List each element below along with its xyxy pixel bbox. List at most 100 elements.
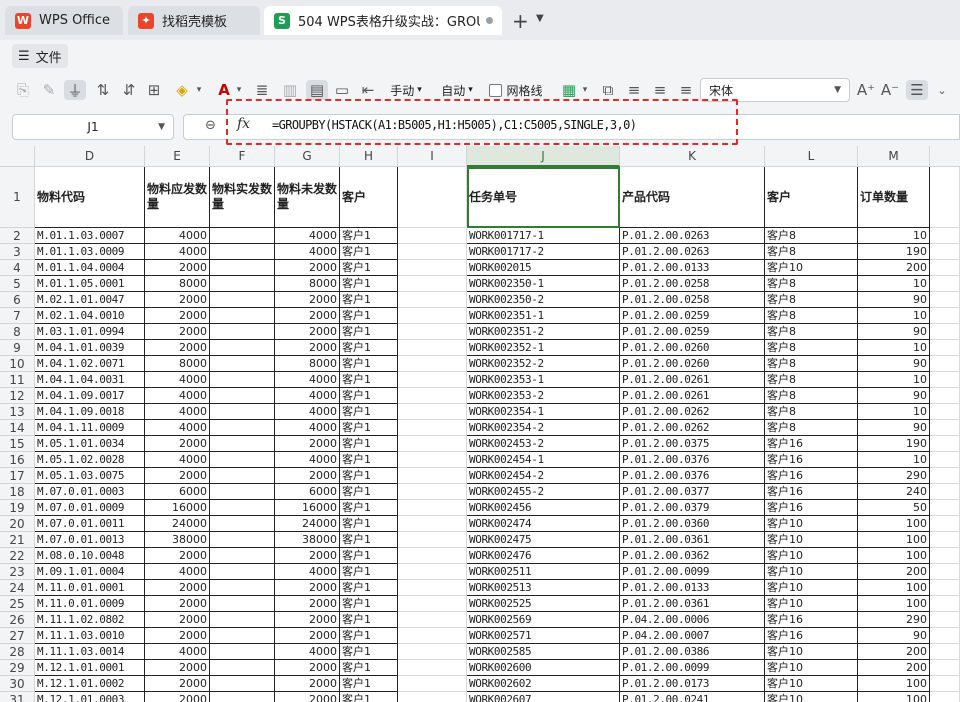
cell[interactable]: 客户10 bbox=[765, 580, 858, 596]
cell[interactable]: 2000 bbox=[275, 340, 340, 356]
cell[interactable]: P.01.2.00.0377 bbox=[620, 484, 765, 500]
cell[interactable] bbox=[930, 324, 960, 340]
cell[interactable]: M.05.1.02.0028 bbox=[35, 452, 145, 468]
cell[interactable]: 客户1 bbox=[340, 660, 398, 676]
cell[interactable]: 客户1 bbox=[340, 692, 398, 702]
cell[interactable]: M.12.1.01.0002 bbox=[35, 676, 145, 692]
cell[interactable] bbox=[210, 356, 275, 372]
sort-ascending-icon[interactable]: ⇅ bbox=[92, 80, 114, 100]
cell[interactable] bbox=[930, 292, 960, 308]
unsaved-dot-icon[interactable] bbox=[486, 17, 493, 24]
cell[interactable]: P.01.2.00.0375 bbox=[620, 436, 765, 452]
cell[interactable]: P.01.2.00.0259 bbox=[620, 308, 765, 324]
cell[interactable] bbox=[930, 580, 960, 596]
align-center-icon[interactable]: ≡ bbox=[650, 80, 670, 100]
cell[interactable]: 客户1 bbox=[340, 596, 398, 612]
align-middle-icon[interactable]: ▭ bbox=[332, 80, 352, 100]
row-header[interactable]: 15 bbox=[0, 436, 35, 452]
cell[interactable]: 客户1 bbox=[340, 260, 398, 276]
cell[interactable] bbox=[210, 436, 275, 452]
cell[interactable]: 客户16 bbox=[765, 628, 858, 644]
row-header[interactable]: 31 bbox=[0, 692, 35, 702]
cell[interactable]: WORK002474 bbox=[467, 516, 620, 532]
cell[interactable]: 2000 bbox=[275, 628, 340, 644]
cell[interactable]: P.01.2.00.0099 bbox=[620, 660, 765, 676]
wrap-text-icon[interactable]: ≣ bbox=[252, 80, 272, 100]
zoom-icon[interactable]: ⊖ bbox=[205, 118, 216, 133]
cell[interactable]: WORK002350-2 bbox=[467, 292, 620, 308]
cell[interactable]: M.11.1.02.0802 bbox=[35, 612, 145, 628]
cell[interactable]: 客户1 bbox=[340, 276, 398, 292]
cell[interactable]: 客户1 bbox=[340, 308, 398, 324]
cell[interactable]: M.07.0.01.0011 bbox=[35, 516, 145, 532]
tab-current-sheet[interactable]: S 504 WPS表格升级实战：GROUPBY bbox=[264, 6, 502, 35]
header-cell[interactable]: 物料代码 bbox=[35, 167, 145, 228]
cell[interactable]: 2000 bbox=[275, 596, 340, 612]
cell[interactable]: 客户1 bbox=[340, 356, 398, 372]
cell[interactable]: 客户8 bbox=[765, 292, 858, 308]
sort-descending-icon[interactable]: ⇵ bbox=[118, 80, 140, 100]
cell[interactable] bbox=[398, 372, 467, 388]
cell[interactable] bbox=[398, 676, 467, 692]
cell[interactable]: P.01.2.00.0379 bbox=[620, 500, 765, 516]
cell[interactable] bbox=[930, 500, 960, 516]
cell[interactable] bbox=[398, 452, 467, 468]
cell[interactable]: 50 bbox=[858, 500, 930, 516]
cell[interactable]: 客户1 bbox=[340, 580, 398, 596]
spreadsheet-grid[interactable]: DEFGHIJKLM 1 物料代码 物料应发数量 物料实发数量 物料未发数量 客户 任务单号… bbox=[0, 146, 960, 702]
column-header-g[interactable]: G bbox=[275, 146, 340, 167]
align-left-icon[interactable]: ≡ bbox=[624, 80, 644, 100]
cell[interactable]: 100 bbox=[858, 580, 930, 596]
cell[interactable]: 客户1 bbox=[340, 548, 398, 564]
cell[interactable]: 4000 bbox=[145, 420, 210, 436]
cell[interactable]: 客户1 bbox=[340, 372, 398, 388]
cell[interactable]: WORK002513 bbox=[467, 580, 620, 596]
cell[interactable]: 2000 bbox=[275, 468, 340, 484]
row-header[interactable]: 20 bbox=[0, 516, 35, 532]
cell[interactable]: 90 bbox=[858, 324, 930, 340]
cell[interactable]: 10 bbox=[858, 372, 930, 388]
cell[interactable]: P.01.2.00.0261 bbox=[620, 388, 765, 404]
cell[interactable]: 290 bbox=[858, 468, 930, 484]
column-header-j[interactable]: J bbox=[467, 146, 620, 167]
cell[interactable]: 90 bbox=[858, 628, 930, 644]
cell[interactable]: WORK002476 bbox=[467, 548, 620, 564]
cell[interactable]: 90 bbox=[858, 292, 930, 308]
cell[interactable]: 10 bbox=[858, 228, 930, 244]
cell[interactable]: 16000 bbox=[145, 500, 210, 516]
cell[interactable]: 2000 bbox=[145, 676, 210, 692]
column-header-m[interactable]: M bbox=[858, 146, 930, 167]
cell[interactable] bbox=[210, 644, 275, 660]
cell[interactable]: WORK002600 bbox=[467, 660, 620, 676]
cell[interactable]: WORK002353-1 bbox=[467, 372, 620, 388]
cell[interactable] bbox=[210, 676, 275, 692]
cell[interactable]: 10 bbox=[858, 340, 930, 356]
cell[interactable]: M.03.1.01.0994 bbox=[35, 324, 145, 340]
cell[interactable]: 2000 bbox=[145, 692, 210, 702]
cell[interactable]: 2000 bbox=[275, 692, 340, 702]
cell[interactable] bbox=[398, 244, 467, 260]
cell[interactable] bbox=[210, 340, 275, 356]
cell[interactable]: 2000 bbox=[145, 596, 210, 612]
row-header[interactable]: 16 bbox=[0, 452, 35, 468]
row-header[interactable]: 19 bbox=[0, 500, 35, 516]
row-header[interactable]: 9 bbox=[0, 340, 35, 356]
row-header[interactable]: 28 bbox=[0, 644, 35, 660]
cell[interactable]: 客户1 bbox=[340, 228, 398, 244]
cell[interactable] bbox=[210, 276, 275, 292]
cell[interactable]: 200 bbox=[858, 644, 930, 660]
column-header-e[interactable]: E bbox=[145, 146, 210, 167]
cell[interactable]: P.01.2.00.0262 bbox=[620, 420, 765, 436]
cell[interactable]: P.04.2.00.0007 bbox=[620, 628, 765, 644]
cell-style-icon[interactable]: ⧉ bbox=[598, 80, 618, 100]
cell[interactable]: 2000 bbox=[275, 580, 340, 596]
cell[interactable] bbox=[210, 404, 275, 420]
cell[interactable]: WORK002475 bbox=[467, 532, 620, 548]
cell[interactable]: 客户8 bbox=[765, 324, 858, 340]
cell[interactable]: M.11.0.01.0009 bbox=[35, 596, 145, 612]
cell[interactable]: M.11.1.03.0010 bbox=[35, 628, 145, 644]
cell[interactable]: 190 bbox=[858, 244, 930, 260]
cell[interactable] bbox=[210, 596, 275, 612]
cell[interactable]: 38000 bbox=[275, 532, 340, 548]
cell[interactable]: 200 bbox=[858, 564, 930, 580]
